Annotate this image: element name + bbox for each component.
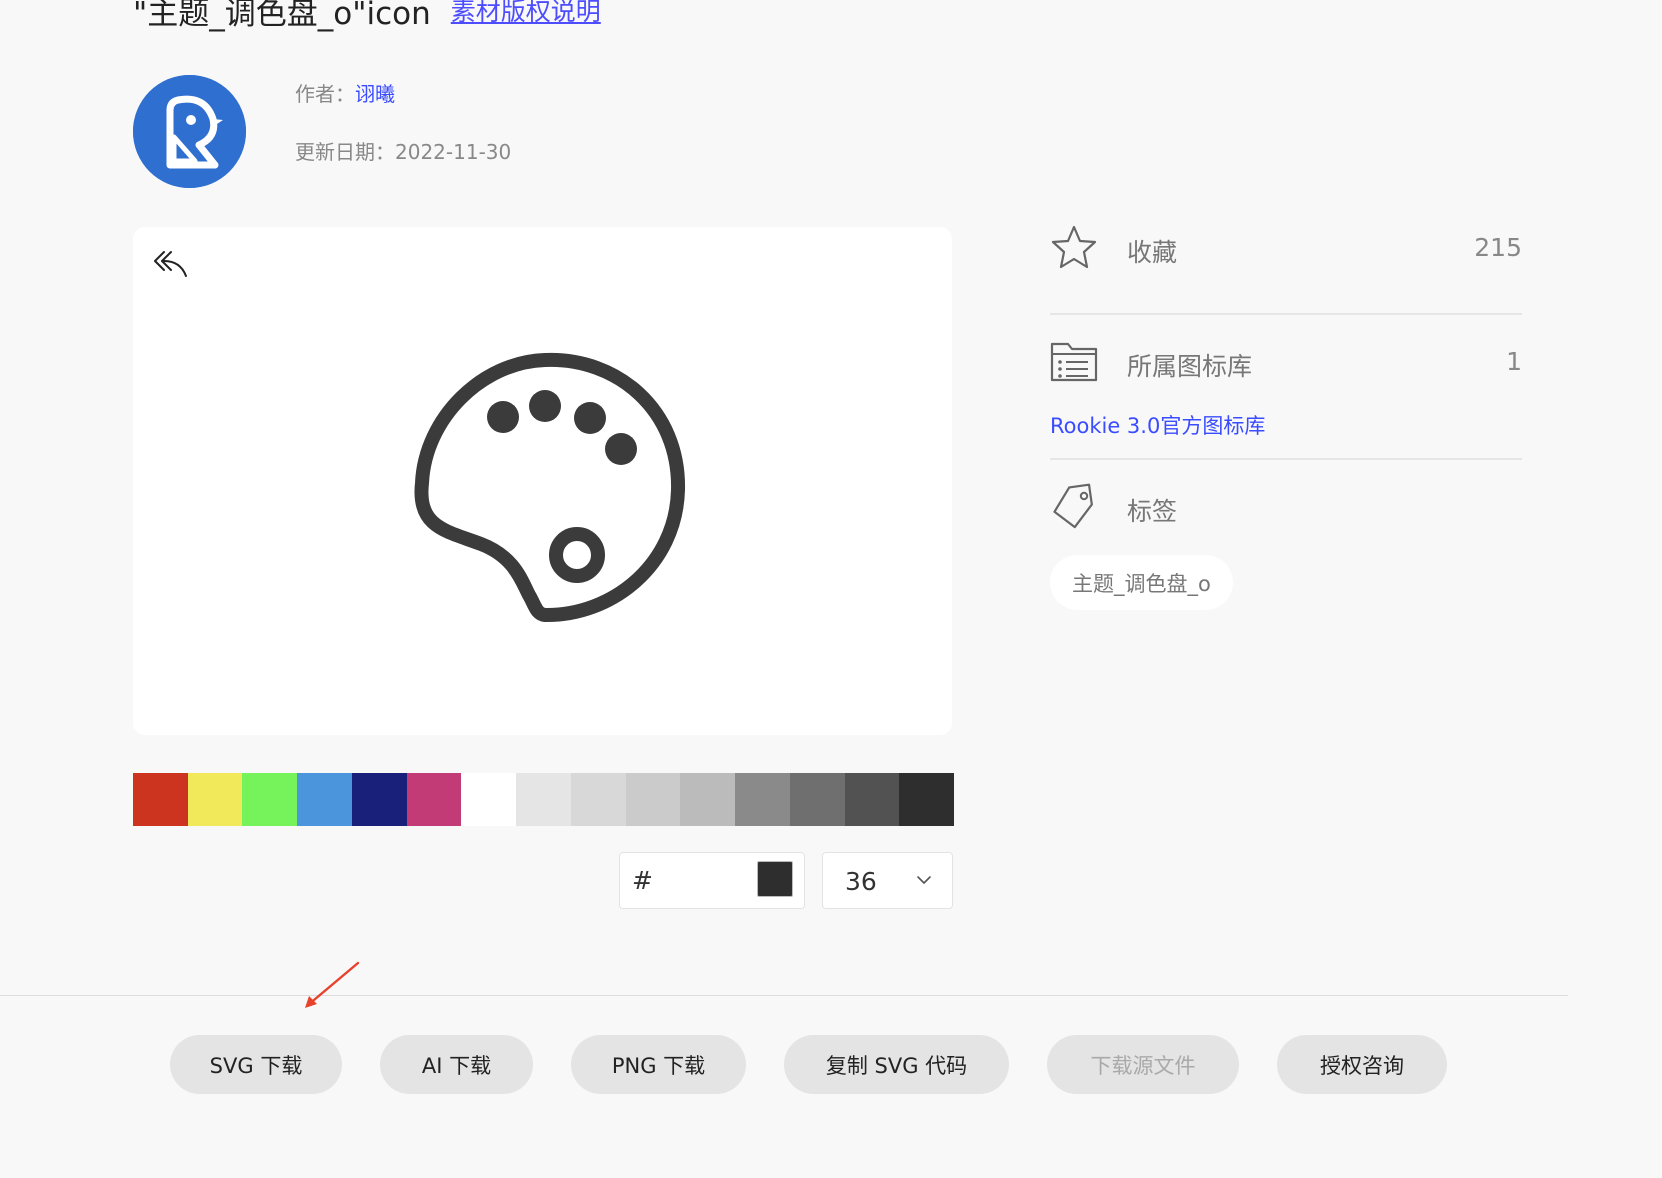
date-line: 更新日期：2022-11-30 [295,136,511,165]
sidebar-divider [1050,313,1522,315]
png-download-button[interactable]: PNG 下载 [571,1035,746,1094]
library-label: 所属图标库 [1127,352,1253,381]
date-label: 更新日期： [295,140,395,164]
color-swatch[interactable] [133,773,188,826]
favorites-count: 215 [1474,233,1522,262]
action-bar-divider [0,995,1568,996]
download-source-button[interactable]: 下载源文件 [1047,1035,1239,1094]
color-swatch[interactable] [570,773,626,826]
tags-label: 标签 [1127,497,1178,526]
svg-download-button[interactable]: SVG 下载 [170,1035,342,1094]
size-select[interactable]: 36 [822,852,953,909]
color-swatch[interactable] [625,773,681,826]
color-swatch[interactable] [406,773,462,826]
chevron-down-icon [917,876,931,884]
ai-download-button[interactable]: AI 下载 [380,1035,533,1094]
color-swatch[interactable] [899,773,955,826]
tag-chip[interactable]: 主题_调色盘_o [1050,555,1233,610]
color-swatch[interactable] [516,773,571,826]
color-swatch[interactable] [680,773,736,826]
color-swatch[interactable] [242,773,298,826]
color-swatch[interactable] [735,773,790,826]
color-swatch[interactable] [187,773,243,826]
license-consult-button[interactable]: 授权咨询 [1277,1035,1447,1094]
page-title: "主题_调色盘_o"icon [133,0,431,32]
favorites-label: 收藏 [1127,238,1178,267]
author-avatar[interactable] [133,75,246,188]
size-value: 36 [845,867,877,896]
hex-color-input[interactable]: # [619,852,805,909]
copyright-link[interactable]: 素材版权说明 [451,0,601,28]
current-color-chip[interactable] [757,861,793,897]
sidebar-divider [1050,458,1522,460]
rookie-logo-icon [133,75,246,188]
color-swatch-strip [133,773,955,826]
library-link[interactable]: Rookie 3.0官方图标库 [1050,410,1265,440]
date-value: 2022-11-30 [395,140,512,164]
color-swatch[interactable] [461,773,517,826]
star-icon[interactable] [1048,222,1100,274]
hex-prefix: # [632,866,653,895]
author-label: 作者： [295,82,355,106]
color-swatch[interactable] [351,773,407,826]
copy-svg-code-button[interactable]: 复制 SVG 代码 [784,1035,1009,1094]
palette-icon [412,350,690,628]
folder-list-icon [1048,336,1100,388]
annotation-arrow-icon [305,961,360,1008]
title-row: "主题_调色盘_o"icon 素材版权说明 [133,0,601,32]
library-count: 1 [1506,347,1522,376]
color-swatch[interactable] [297,773,352,826]
color-swatch[interactable] [789,773,845,826]
author-line: 作者：诩曦 [295,78,395,107]
tag-icon [1048,481,1100,533]
reply-back-icon[interactable] [152,246,192,282]
author-name[interactable]: 诩曦 [355,82,395,106]
color-swatch[interactable] [844,773,900,826]
